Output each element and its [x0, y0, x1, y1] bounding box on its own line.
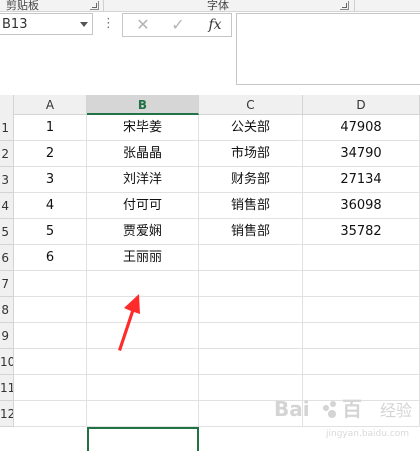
table-row: 2 2 张晶晶 市场部 34790	[0, 141, 420, 167]
cell[interactable]: 36098	[303, 193, 420, 219]
svg-text:Bai: Bai	[274, 397, 310, 421]
cell[interactable]: 2	[14, 141, 87, 167]
cell[interactable]: 刘洋洋	[87, 167, 199, 193]
cell[interactable]	[87, 323, 199, 349]
cell[interactable]	[199, 271, 303, 297]
column-header-d[interactable]: D	[303, 95, 420, 115]
cell[interactable]: 张晶晶	[87, 141, 199, 167]
table-row: 9	[0, 323, 420, 349]
table-row: 7	[0, 271, 420, 297]
row-header[interactable]: 6	[0, 245, 14, 271]
cell[interactable]	[303, 271, 420, 297]
cell[interactable]	[87, 349, 199, 375]
row-header[interactable]: 2	[0, 141, 14, 167]
svg-text:经验: 经验	[380, 401, 412, 420]
baidu-watermark-logo: Bai 百 经验 jingyan.baidu.com	[274, 397, 412, 439]
cell[interactable]: 公关部	[199, 115, 303, 141]
column-header-row: A B C D	[0, 95, 420, 115]
table-row: 6 6 王丽丽	[0, 245, 420, 271]
cell[interactable]	[87, 375, 199, 401]
cell[interactable]: 1	[14, 115, 87, 141]
column-header-a[interactable]: A	[14, 95, 87, 115]
row-header[interactable]: 7	[0, 271, 14, 297]
chevron-down-icon[interactable]	[80, 22, 88, 27]
table-row: 4 4 付可可 销售部 36098	[0, 193, 420, 219]
cell[interactable]	[303, 245, 420, 271]
cell[interactable]	[87, 271, 199, 297]
row-header[interactable]: 12	[0, 401, 14, 427]
clipboard-group-label: 剪贴板	[6, 0, 39, 12]
svg-text:百: 百	[342, 397, 362, 421]
name-box[interactable]: B13	[0, 13, 93, 35]
cell[interactable]	[303, 297, 420, 323]
table-row: 10	[0, 349, 420, 375]
cell[interactable]: 47908	[303, 115, 420, 141]
row-header[interactable]: 10	[0, 349, 14, 375]
table-row: 5 5 贾爱娴 销售部 35782	[0, 219, 420, 245]
ribbon: 剪贴板 字体	[0, 0, 420, 12]
formula-buttons: ✕ ✓ fx	[122, 13, 232, 37]
cell[interactable]	[199, 245, 303, 271]
vertical-dots-icon[interactable]: ⋮	[102, 13, 115, 35]
cell[interactable]: 35782	[303, 219, 420, 245]
group-divider	[354, 0, 355, 12]
cell[interactable]: 贾爱娴	[87, 219, 199, 245]
column-header-c[interactable]: C	[199, 95, 303, 115]
close-icon[interactable]: ✕	[129, 15, 157, 35]
table-row: 1 1 宋毕姜 公关部 47908	[0, 115, 420, 141]
cell[interactable]: 27134	[303, 167, 420, 193]
name-box-value: B13	[2, 17, 28, 32]
cell[interactable]	[14, 297, 87, 323]
cell[interactable]	[14, 271, 87, 297]
row-header[interactable]: 5	[0, 219, 14, 245]
column-header-b[interactable]: B	[87, 95, 199, 115]
cell[interactable]: 付可可	[87, 193, 199, 219]
cell[interactable]	[14, 401, 87, 427]
cell[interactable]: 市场部	[199, 141, 303, 167]
table-row: 8	[0, 297, 420, 323]
cell[interactable]: 34790	[303, 141, 420, 167]
insert-function-button[interactable]: fx	[201, 15, 229, 35]
cell[interactable]: 3	[14, 167, 87, 193]
cell[interactable]	[14, 349, 87, 375]
font-group-label: 字体	[207, 0, 229, 12]
cell[interactable]: 王丽丽	[87, 245, 199, 271]
row-header[interactable]: 1	[0, 115, 14, 141]
cell[interactable]: 销售部	[199, 219, 303, 245]
row-header[interactable]: 4	[0, 193, 14, 219]
cell[interactable]	[87, 297, 199, 323]
cell[interactable]	[199, 323, 303, 349]
check-icon[interactable]: ✓	[164, 15, 192, 35]
svg-text:jingyan.baidu.com: jingyan.baidu.com	[325, 429, 409, 439]
cell[interactable]: 4	[14, 193, 87, 219]
cell[interactable]: 销售部	[199, 193, 303, 219]
select-all-corner[interactable]	[0, 95, 14, 115]
cell[interactable]	[303, 323, 420, 349]
group-divider	[103, 0, 104, 12]
cell[interactable]: 财务部	[199, 167, 303, 193]
clipboard-launcher-icon[interactable]	[90, 1, 99, 10]
cell[interactable]	[14, 323, 87, 349]
table-row: 3 3 刘洋洋 财务部 27134	[0, 167, 420, 193]
cell[interactable]	[14, 375, 87, 401]
cell[interactable]: 5	[14, 219, 87, 245]
cell[interactable]: 6	[14, 245, 87, 271]
cell[interactable]	[199, 297, 303, 323]
cell[interactable]	[87, 401, 199, 427]
row-header[interactable]: 3	[0, 167, 14, 193]
formula-input[interactable]	[236, 13, 420, 85]
row-header[interactable]: 9	[0, 323, 14, 349]
cell[interactable]	[303, 349, 420, 375]
active-cell[interactable]	[87, 427, 199, 451]
font-launcher-icon[interactable]	[340, 1, 349, 10]
row-header[interactable]: 8	[0, 297, 14, 323]
cell[interactable]: 宋毕姜	[87, 115, 199, 141]
cell[interactable]	[199, 349, 303, 375]
row-header[interactable]: 11	[0, 375, 14, 401]
